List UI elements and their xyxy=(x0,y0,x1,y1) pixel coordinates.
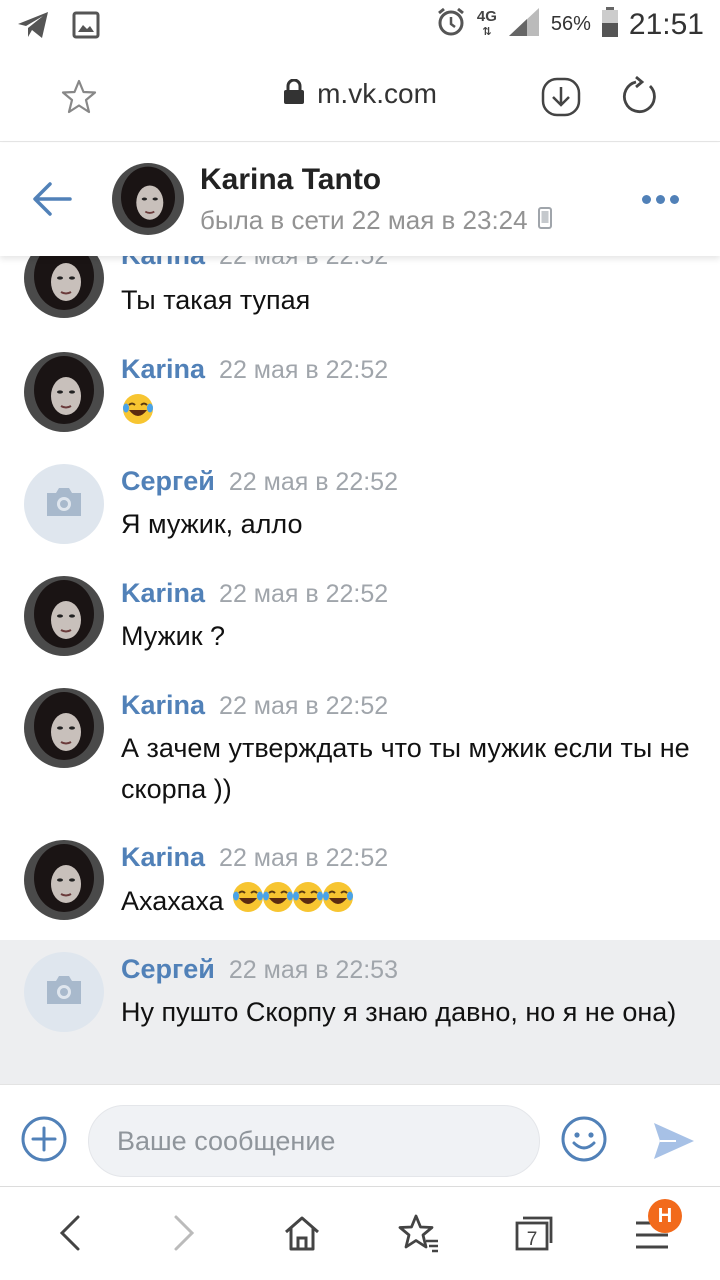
author-label: Сергей xyxy=(121,466,215,496)
message-item: Karina 22 мая в 22:52 А зачем утверждать … xyxy=(0,670,720,822)
gallery-icon xyxy=(72,11,100,44)
signal-icon xyxy=(507,6,541,43)
last-seen-status: была в сети 22 мая в 23:24 xyxy=(200,205,552,236)
message-time: 22 мая в 22:52 xyxy=(219,580,389,608)
back-nav-icon[interactable] xyxy=(54,1213,84,1258)
download-icon[interactable] xyxy=(540,76,582,123)
message-input-placeholder: Ваше сообщение xyxy=(117,1126,336,1156)
battery-icon xyxy=(601,6,619,43)
message-text: Я мужик, алло xyxy=(121,509,303,539)
message-time: 22 мая в 22:52 xyxy=(219,692,389,720)
telegram-icon xyxy=(16,10,50,45)
message-text: Ты такая тупая xyxy=(121,285,311,315)
browser-bottom-nav: 7 H xyxy=(0,1186,720,1280)
sender-name[interactable]: Karina 22 мая в 22:52 xyxy=(121,354,388,385)
sender-name[interactable]: Karina 22 мая в 22:52 xyxy=(121,256,388,271)
author-label: Karina xyxy=(121,256,205,270)
camera-placeholder-icon xyxy=(43,973,85,1012)
home-icon[interactable] xyxy=(282,1213,322,1258)
tabs-icon[interactable]: 7 xyxy=(514,1215,554,1256)
message-item: Karina 22 мая в 22:52 xyxy=(0,334,720,446)
menu-notification-badge: H xyxy=(648,1199,682,1233)
battery-percent: 56% xyxy=(550,13,591,35)
author-label: Karina xyxy=(121,842,206,872)
clock: 21:51 xyxy=(628,7,704,41)
message-text: Мужик ? xyxy=(121,621,226,651)
author-label: Karina xyxy=(121,578,206,608)
emoji-smile-icon[interactable] xyxy=(560,1115,608,1168)
sender-avatar[interactable] xyxy=(24,840,104,920)
author-label: Karina xyxy=(121,354,206,384)
message-item: Karina 22 мая в 22:52 Ахахаха xyxy=(0,822,720,940)
back-arrow-icon[interactable] xyxy=(30,181,72,222)
attach-plus-icon[interactable] xyxy=(20,1115,68,1168)
sender-name[interactable]: Сергей 22 мая в 22:53 xyxy=(121,954,398,985)
alarm-icon xyxy=(435,6,467,43)
tears-of-joy-emoji-icon xyxy=(121,392,155,438)
message-time: 22 мая в 22:52 xyxy=(219,844,389,872)
sender-name[interactable]: Karina 22 мая в 22:52 xyxy=(121,690,388,721)
message-item: Karina 22 мая в 22:52 Мужик ? xyxy=(0,558,720,670)
message-text: Ну пушто Скорпу я знаю давно, но я не он… xyxy=(121,997,677,1027)
message-item-highlighted: Сергей 22 мая в 22:53 Ну пушто Скорпу я з… xyxy=(0,940,720,1084)
message-input[interactable]: Ваше сообщение xyxy=(88,1105,540,1177)
dot xyxy=(656,195,665,204)
sender-avatar[interactable] xyxy=(24,352,104,432)
bookmarks-star-icon[interactable] xyxy=(396,1213,440,1258)
send-arrow-icon[interactable] xyxy=(652,1121,696,1166)
message-time: 22 мая в 22:53 xyxy=(228,956,398,984)
message-text: Ахахаха xyxy=(121,880,701,926)
chat-header: Karina Tanto была в сети 22 мая в 23:24 xyxy=(0,143,720,256)
dot xyxy=(670,195,679,204)
camera-placeholder-icon xyxy=(43,485,85,524)
status-bar: 4G ⇅ 56% 21:51 xyxy=(0,0,720,52)
contact-avatar[interactable] xyxy=(112,163,184,235)
message-list[interactable]: Karina 22 мая в 22:52 Ты такая тупая Kari… xyxy=(0,256,720,1084)
forward-nav-icon[interactable] xyxy=(170,1213,200,1258)
message-composer: Ваше сообщение xyxy=(0,1084,720,1184)
author-label: Сергей xyxy=(121,954,215,984)
sender-avatar[interactable] xyxy=(24,256,104,318)
url-text: m.vk.com xyxy=(317,78,437,109)
message-time: 22 мая в 22:52 xyxy=(228,468,398,496)
sender-name[interactable]: Сергей 22 мая в 22:52 xyxy=(121,466,398,497)
sender-avatar[interactable] xyxy=(24,464,104,544)
more-options-button[interactable] xyxy=(642,195,679,204)
tears-of-joy-emoji-icon xyxy=(261,880,295,926)
dot xyxy=(642,195,651,204)
tears-of-joy-emoji-icon xyxy=(231,880,265,926)
message-time: 22 мая в 22:52 xyxy=(219,356,389,384)
tabs-count: 7 xyxy=(527,1229,538,1250)
author-label: Karina xyxy=(121,690,206,720)
mobile-device-icon xyxy=(537,205,552,236)
message-time: 22 мая в 22:52 xyxy=(219,256,389,270)
sender-name[interactable]: Karina 22 мая в 22:52 xyxy=(121,842,388,873)
message-item: Karina 22 мая в 22:52 Ты такая тупая xyxy=(0,256,720,334)
url-display[interactable]: m.vk.com xyxy=(0,78,720,112)
lock-icon xyxy=(283,78,305,112)
sender-avatar[interactable] xyxy=(24,688,104,768)
message-text-content: Ахахаха xyxy=(121,886,224,917)
message-item: Сергей 22 мая в 22:52 Я мужик, алло xyxy=(0,446,720,558)
network-type: 4G ⇅ xyxy=(476,8,497,38)
contact-name: Karina Tanto xyxy=(200,163,382,196)
sender-name[interactable]: Karina 22 мая в 22:52 xyxy=(121,578,388,609)
message-text: А зачем утверждать что ты мужик если ты … xyxy=(121,733,690,804)
tears-of-joy-emoji-icon xyxy=(321,880,355,926)
browser-url-bar: m.vk.com xyxy=(0,52,720,142)
tears-of-joy-emoji-icon xyxy=(291,880,325,926)
sender-avatar[interactable] xyxy=(24,952,104,1032)
last-seen-text: была в сети 22 мая в 23:24 xyxy=(200,205,528,235)
sender-avatar[interactable] xyxy=(24,576,104,656)
reload-icon[interactable] xyxy=(620,75,660,123)
message-text xyxy=(121,392,701,438)
